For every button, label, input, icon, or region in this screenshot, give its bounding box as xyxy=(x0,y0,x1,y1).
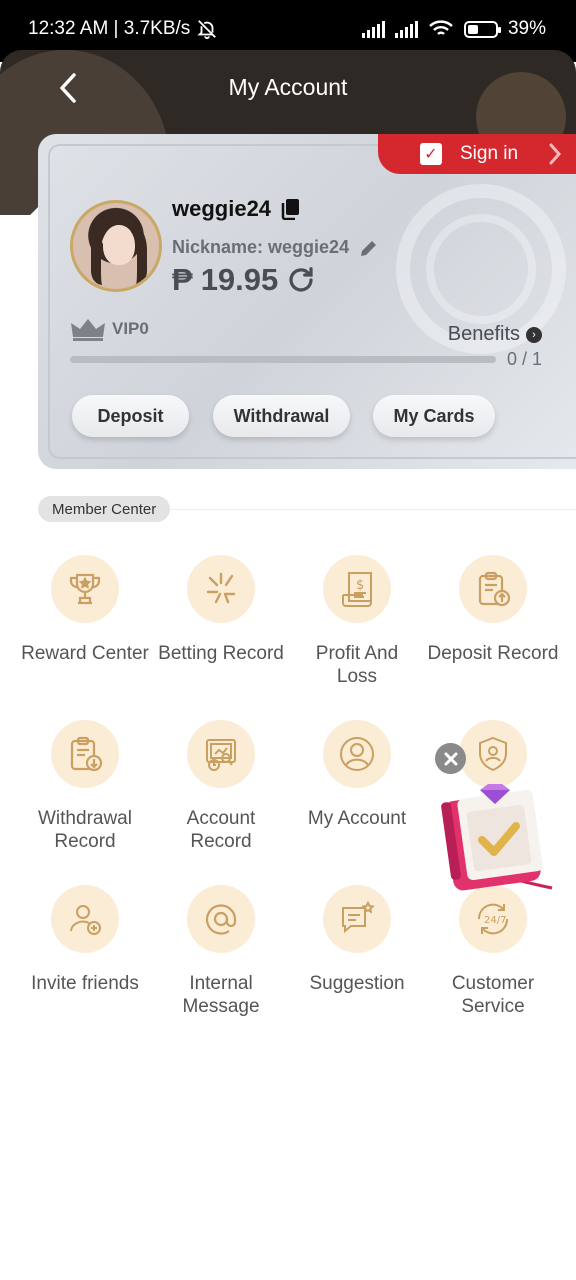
svg-text:24/7: 24/7 xyxy=(484,915,506,926)
promo-gift-book-icon[interactable] xyxy=(440,782,554,894)
balance-amount: 19.95 xyxy=(200,262,279,297)
chevron-right-icon xyxy=(549,143,562,165)
close-promo-button[interactable] xyxy=(435,743,466,774)
page-title: My Account xyxy=(228,74,348,100)
battery-percent: 39% xyxy=(507,18,546,39)
menu-label: Account Record xyxy=(186,808,256,852)
calendar-check-icon: ✓ xyxy=(420,143,442,165)
invite-user-icon xyxy=(51,885,119,953)
balance: ₱ 19.95 xyxy=(172,262,316,298)
vip-level: VIP0 xyxy=(112,319,149,338)
nickname-text: Nickname: weggie24 xyxy=(172,237,350,257)
section-divider xyxy=(170,509,576,510)
shield-user-icon xyxy=(459,720,527,788)
close-icon xyxy=(444,752,457,765)
username: weggie24 xyxy=(172,196,301,222)
receipt-icon: $ xyxy=(323,555,391,623)
menu-reward-center[interactable]: Reward Center xyxy=(15,555,155,665)
svg-text:$: $ xyxy=(356,578,364,593)
chevron-right-circle-icon: › xyxy=(526,326,542,343)
crown-icon xyxy=(71,319,105,341)
menu-invite-friends[interactable]: Invite friends xyxy=(15,885,155,995)
menu-label: Profit And Loss xyxy=(315,643,399,687)
at-icon xyxy=(187,885,255,953)
vip-progress-text: 0 / 1 xyxy=(506,349,542,369)
user-icon xyxy=(323,720,391,788)
menu-my-account[interactable]: My Account xyxy=(287,720,427,830)
withdraw-clipboard-icon xyxy=(51,720,119,788)
menu-label: Customer Service xyxy=(451,973,535,1017)
member-center-title: Member Center xyxy=(38,496,171,522)
menu-profit-and-loss[interactable]: $ Profit And Loss xyxy=(287,555,427,688)
suggestion-icon xyxy=(323,885,391,953)
vip-badge: VIP0 xyxy=(70,317,149,341)
refresh-icon[interactable] xyxy=(286,265,316,295)
status-time: 12:32 AM | 3.7KB/s xyxy=(28,18,191,39)
menu-label: Reward Center xyxy=(21,643,149,664)
menu-label: Withdrawal Record xyxy=(38,808,132,852)
trophy-icon xyxy=(51,555,119,623)
my-cards-button[interactable]: My Cards xyxy=(373,395,495,437)
withdrawal-button[interactable]: Withdrawal xyxy=(213,395,350,437)
bell-off-icon xyxy=(197,20,217,40)
menu-label: Internal Message xyxy=(182,973,260,1017)
benefits-link[interactable]: Benefits › xyxy=(448,323,542,346)
battery-icon xyxy=(463,20,501,38)
menu-label: Suggestion xyxy=(309,973,405,994)
avatar[interactable] xyxy=(70,200,162,292)
card-decoration-2 xyxy=(426,214,536,324)
menu-label: Invite friends xyxy=(31,973,139,994)
deposit-button[interactable]: Deposit xyxy=(72,395,189,437)
betting-icon xyxy=(187,555,255,623)
currency-symbol: ₱ xyxy=(172,262,193,297)
menu-betting-record[interactable]: Betting Record xyxy=(151,555,291,665)
wifi-icon xyxy=(429,20,453,35)
nickname: Nickname: weggie24 xyxy=(172,237,379,258)
menu-account-record[interactable]: Account Record xyxy=(151,720,291,853)
copy-icon[interactable] xyxy=(281,198,301,220)
service-24-7-icon: 24/7 xyxy=(459,885,527,953)
username-text: weggie24 xyxy=(172,196,272,221)
menu-label: Deposit Record xyxy=(427,643,559,664)
menu-customer-service[interactable]: 24/7 Customer Service xyxy=(423,885,563,1018)
benefits-label: Benefits xyxy=(447,323,520,345)
deposit-clipboard-icon xyxy=(459,555,527,623)
signal-icon xyxy=(361,20,385,38)
menu-deposit-record[interactable]: Deposit Record xyxy=(423,555,563,665)
status-left: 12:32 AM | 3.7KB/s xyxy=(28,18,218,40)
menu-withdrawal-record[interactable]: Withdrawal Record xyxy=(15,720,155,853)
vip-progress-bar xyxy=(70,356,496,363)
edit-pencil-icon[interactable] xyxy=(359,238,379,258)
status-right: 39% xyxy=(361,18,546,40)
menu-internal-message[interactable]: Internal Message xyxy=(151,885,291,1018)
menu-suggestion[interactable]: Suggestion xyxy=(287,885,427,995)
signal-icon-2 xyxy=(394,20,418,38)
menu-label: Betting Record xyxy=(158,643,284,664)
sign-in-label: Sign in xyxy=(460,143,519,164)
menu-label: My Account xyxy=(307,808,407,829)
sign-in-button[interactable]: ✓ Sign in xyxy=(378,134,576,174)
account-record-icon xyxy=(187,720,255,788)
